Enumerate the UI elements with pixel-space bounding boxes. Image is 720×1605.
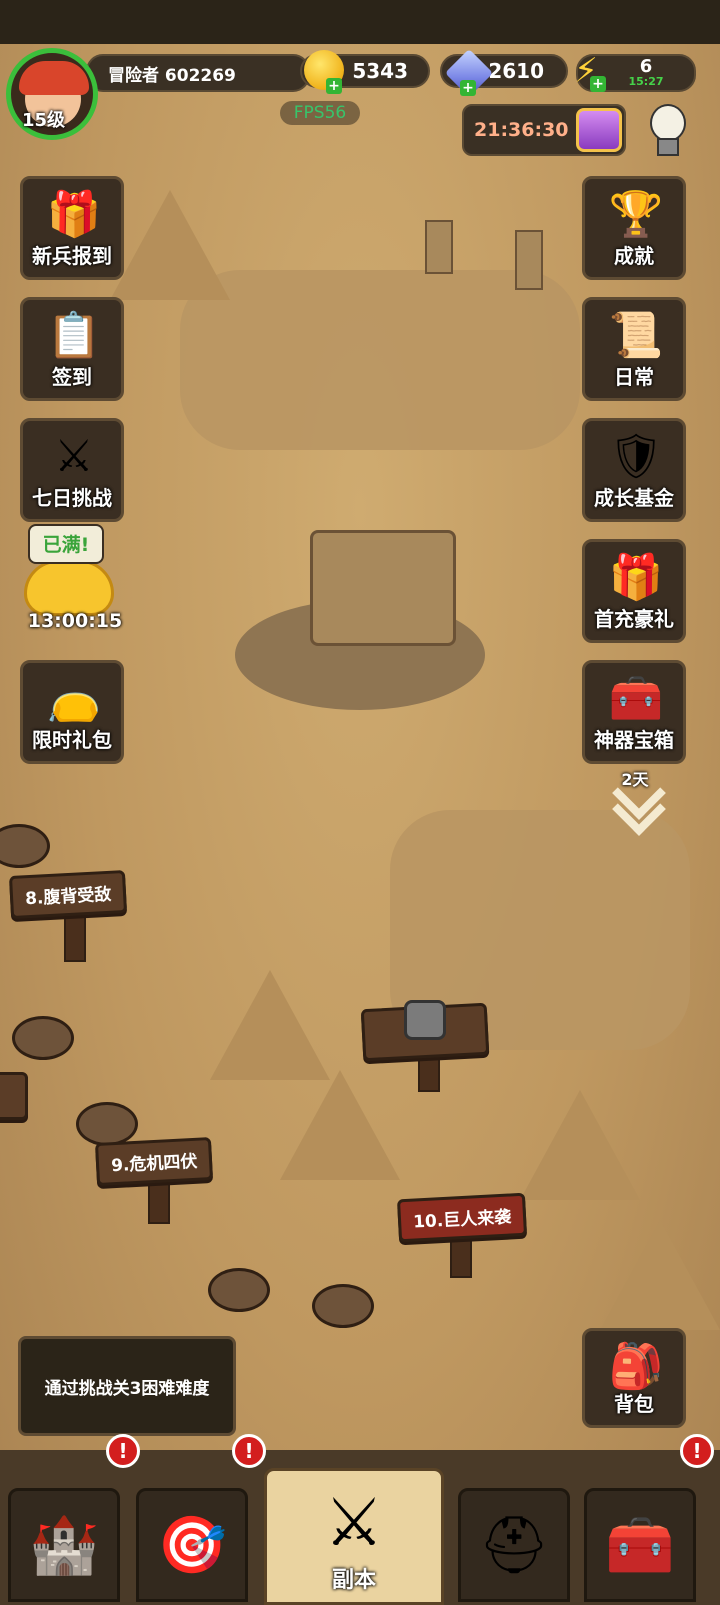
level-sign-partial[interactable] — [0, 1072, 28, 1120]
fps-counter: FPS56 — [280, 101, 360, 125]
ruins-gate — [310, 530, 456, 646]
sign-post — [64, 910, 86, 962]
tab-dungeon-label: 副本 — [331, 1568, 376, 1593]
growth-fund-button[interactable]: 🛡 成长基金 — [582, 418, 686, 522]
add-energy-icon[interactable]: + — [590, 76, 606, 92]
tab-target-badge: ! — [232, 1434, 266, 1468]
helmet-icon: ⛑ — [478, 1513, 550, 1578]
gift-box-icon: 🎁 — [608, 552, 664, 603]
button-label: 日常 — [614, 365, 654, 389]
treasure-chest-icon: 🧰 — [605, 1513, 675, 1578]
mountain — [520, 1090, 640, 1200]
status-bar — [0, 0, 720, 44]
scroll-icon: 📜 — [608, 310, 664, 361]
crossed-swords-icon: ⚔ — [324, 1484, 384, 1561]
target-icon: 🎯 — [157, 1513, 227, 1578]
shield-icon: 🛡 — [608, 431, 664, 482]
button-label: 成长基金 — [594, 486, 674, 510]
button-label: 新兵报到 — [32, 244, 112, 268]
level-sign-9[interactable]: 9.危机四伏 — [94, 1136, 214, 1187]
tab-heroes[interactable]: ⛑ — [458, 1488, 570, 1602]
quest-text: 通过挑战关3困难难度 — [44, 1378, 210, 1399]
avatar-hair — [19, 61, 89, 95]
level-stump[interactable] — [12, 1016, 74, 1060]
tab-chest[interactable]: 🧰 — [584, 1488, 696, 1602]
tab-target[interactable]: 🎯 — [136, 1488, 248, 1602]
level-sign-10[interactable]: 10.巨人来袭 — [396, 1192, 528, 1243]
limited-pack-button[interactable]: 👝 限时礼包 — [20, 660, 124, 764]
tab-dungeon[interactable]: ⚔ 副本 — [264, 1468, 444, 1605]
clipboard-icon: 📋 — [46, 310, 102, 361]
level-label: 9.危机四伏 — [110, 1151, 198, 1177]
mountain — [110, 190, 230, 300]
add-gem-icon[interactable]: + — [460, 80, 476, 96]
piggy-bank-icon[interactable] — [24, 560, 114, 616]
event-chest-icon[interactable] — [576, 108, 622, 152]
sign-in-button[interactable]: 📋 签到 — [20, 297, 124, 401]
forest-area — [180, 270, 580, 450]
level-stump[interactable] — [208, 1268, 270, 1312]
level-sign-8[interactable]: 8.腹背受敌 — [8, 869, 128, 920]
newbie-checkin-button[interactable]: 🎁 新兵报到 — [20, 176, 124, 280]
level-label: 10.巨人来袭 — [412, 1207, 512, 1233]
button-label: 限时礼包 — [32, 728, 112, 752]
quest-panel[interactable]: 通过挑战关3困难难度 — [18, 1336, 236, 1436]
mountain — [600, 1220, 720, 1330]
button-label: 七日挑战 — [32, 486, 112, 510]
tab-tower[interactable]: 🏰 — [8, 1488, 120, 1602]
player-name-panel: 冒险者 602269 — [86, 54, 310, 92]
lightbulb-icon[interactable] — [646, 104, 686, 156]
backpack-icon: 🎒 — [608, 1341, 664, 1392]
lock-icon — [404, 1000, 446, 1040]
achievement-button[interactable]: 🏆 成就 — [582, 176, 686, 280]
mountain — [280, 1070, 400, 1180]
player-name: 冒险者 602269 — [108, 65, 236, 86]
energy-timer: 15:27 — [628, 75, 664, 88]
gold-amount: 5343 — [352, 59, 408, 83]
player-level: 15级 — [22, 110, 66, 131]
event-timer: 21:36:30 — [474, 119, 569, 141]
button-label: 签到 — [52, 365, 92, 389]
trophy-icon: 🏆 — [608, 189, 664, 240]
level-label: 8.腹背受敌 — [24, 884, 112, 910]
level-stump[interactable] — [312, 1284, 374, 1328]
button-label: 神器宝箱 — [594, 728, 674, 752]
button-label: 首充豪礼 — [594, 607, 674, 631]
energy-amount: 6 — [639, 56, 653, 77]
tab-chest-badge: ! — [680, 1434, 714, 1468]
tower-icon: 🏰 — [29, 1513, 99, 1578]
first-recharge-button[interactable]: 🎁 首充豪礼 — [582, 539, 686, 643]
expand-chevron-icon[interactable] — [608, 766, 678, 836]
gem-amount: 2610 — [488, 59, 544, 83]
seven-day-challenge-button[interactable]: ⚔ 七日挑战 — [20, 418, 124, 522]
mountain — [210, 970, 330, 1080]
piggy-full-bubble: 已满! — [28, 524, 104, 564]
stone-pillars — [425, 200, 565, 290]
tab-tower-badge: ! — [106, 1434, 140, 1468]
artifact-chest-button[interactable]: 🧰 神器宝箱 — [582, 660, 686, 764]
daily-button[interactable]: 📜 日常 — [582, 297, 686, 401]
add-gold-icon[interactable]: + — [326, 78, 342, 94]
piggy-timer: 13:00:15 — [27, 610, 123, 632]
button-label: 成就 — [614, 244, 654, 268]
treasure-chest-icon: 🧰 — [608, 673, 664, 724]
crossed-swords-icon: ⚔ — [54, 431, 94, 482]
backpack-button[interactable]: 🎒 背包 — [582, 1328, 686, 1428]
level-stump[interactable] — [76, 1102, 138, 1146]
gift-box-icon: 🎁 — [46, 189, 102, 240]
treasure-bag-icon: 👝 — [46, 673, 102, 724]
